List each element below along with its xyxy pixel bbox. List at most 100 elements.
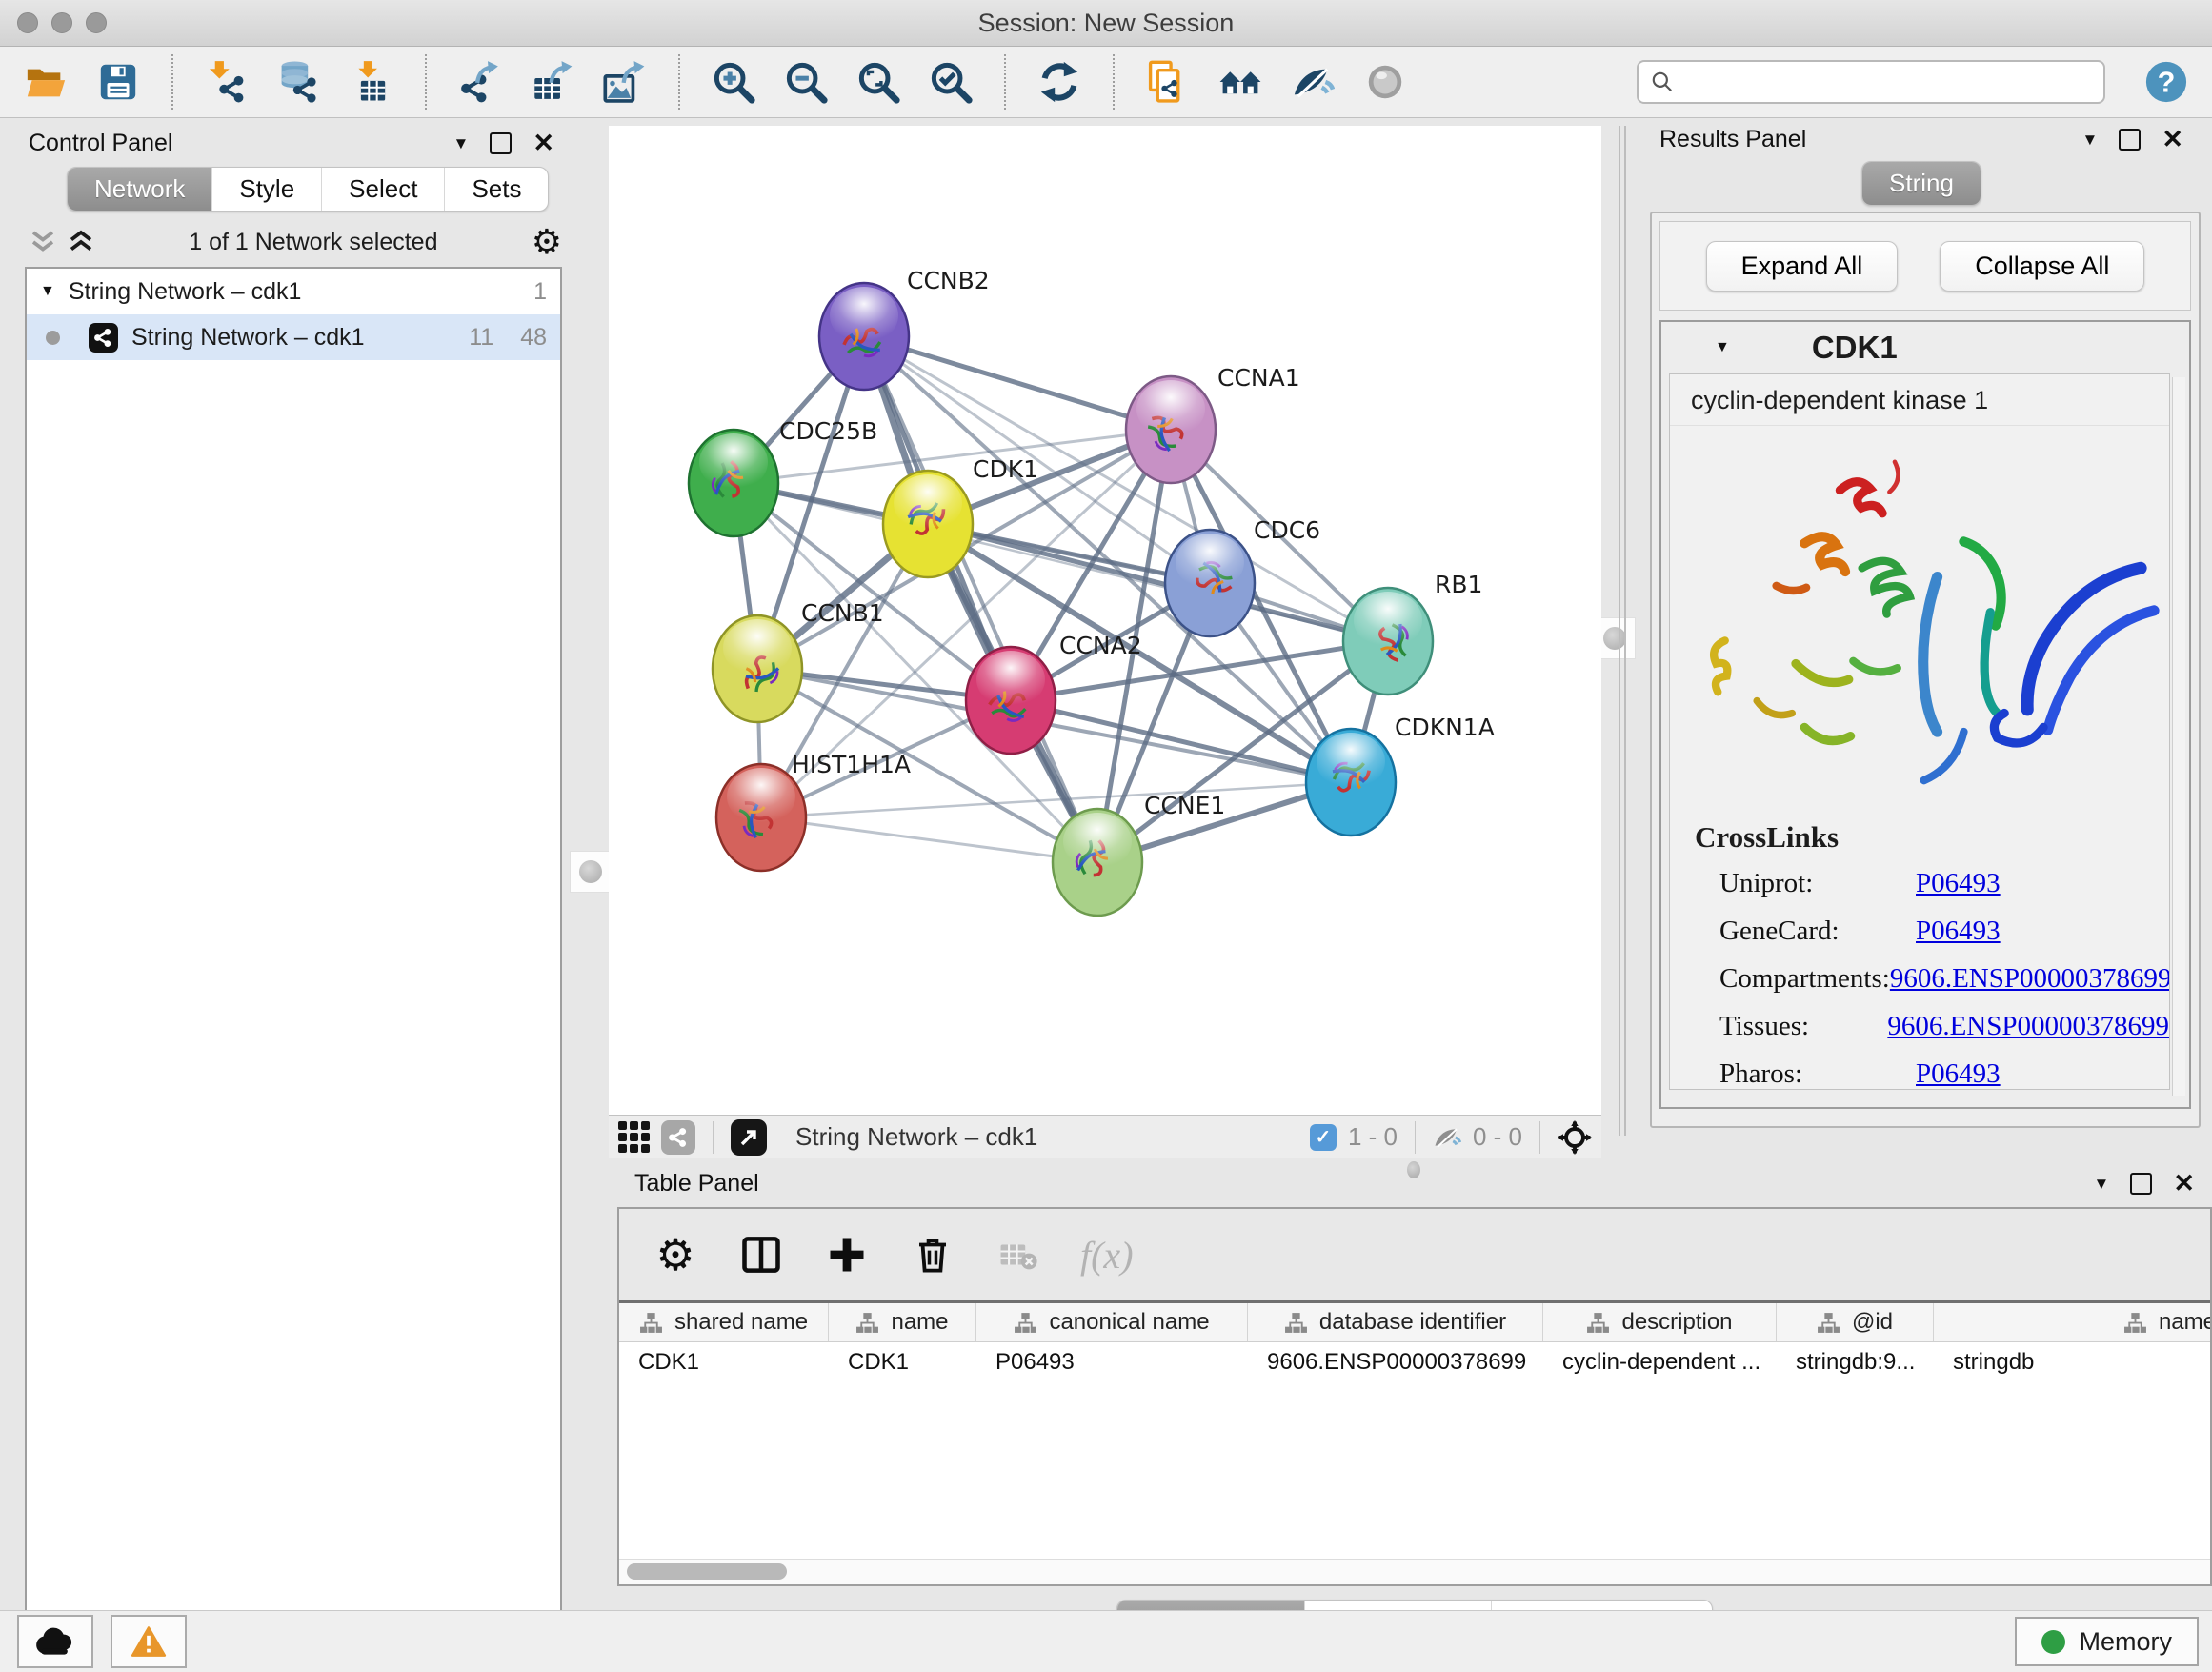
eye-slash-icon — [1291, 60, 1335, 104]
column-header-canonical-name[interactable]: canonical name — [976, 1303, 1248, 1341]
delete-table-button[interactable] — [995, 1231, 1042, 1279]
panel-menu-caret-icon[interactable]: ▼ — [2094, 1175, 2110, 1194]
show-all-button[interactable] — [1360, 57, 1410, 107]
import-table-from-file-button[interactable] — [347, 57, 396, 107]
first-neighbors-button[interactable] — [1216, 57, 1265, 107]
search-icon — [1650, 70, 1675, 94]
network-collection-row[interactable]: ▼ String Network – cdk1 1 — [27, 269, 560, 314]
protein-section-header[interactable]: ▼ CDK1 — [1661, 322, 2189, 373]
panel-close-icon[interactable]: ✕ — [2173, 1171, 2195, 1197]
cloud-status-button[interactable] — [17, 1615, 93, 1668]
crosslink-link[interactable]: 9606.ENSP00000378699 — [1890, 963, 2170, 995]
network-node-CCNA1[interactable]: CCNA1 — [1126, 364, 1300, 483]
selected-nodes-checkbox[interactable]: ✓ — [1310, 1124, 1337, 1151]
grid-view-icon[interactable] — [618, 1121, 650, 1153]
collapse-all-button[interactable]: Collapse All — [1940, 241, 2144, 292]
network-row[interactable]: String Network – cdk1 11 48 — [27, 314, 560, 360]
network-graph[interactable]: CCNB2CCNA1CDC25BCDK1CDC6RB1CCNB1CCNA2HIS… — [609, 126, 1601, 1115]
splitter-handle-left[interactable] — [570, 851, 612, 893]
import-network-from-file-button[interactable] — [202, 57, 251, 107]
table-horizontal-scrollbar[interactable] — [619, 1559, 2210, 1584]
warnings-button[interactable] — [111, 1615, 187, 1668]
import-network-from-database-button[interactable] — [274, 57, 324, 107]
new-network-from-selection-button[interactable] — [1143, 57, 1193, 107]
tab-sets[interactable]: Sets — [444, 168, 548, 211]
panel-float-icon[interactable] — [490, 132, 512, 154]
panel-menu-caret-icon[interactable]: ▼ — [453, 134, 470, 153]
help-button[interactable]: ? — [2142, 57, 2191, 107]
column-header-description[interactable]: description — [1543, 1303, 1777, 1341]
network-nodes[interactable]: CCNB2CCNA1CDC25BCDK1CDC6RB1CCNB1CCNA2HIS… — [689, 267, 1495, 916]
search-input[interactable] — [1682, 68, 2092, 96]
memory-button[interactable]: Memory — [2015, 1617, 2199, 1666]
column-header--id[interactable]: @id — [1777, 1303, 1934, 1341]
crosslink-row: Pharos:P06493 — [1695, 1058, 2169, 1090]
crosslink-link[interactable]: P06493 — [1916, 1058, 2001, 1090]
table-options-button[interactable]: ⚙ — [652, 1231, 699, 1279]
network-node-CDK1[interactable]: CDK1 — [883, 455, 1038, 577]
network-options-gear-icon[interactable]: ⚙ — [532, 225, 562, 259]
tree-expand-icon[interactable]: ▼ — [40, 283, 55, 300]
panel-float-icon[interactable] — [2130, 1173, 2152, 1195]
create-column-button[interactable] — [823, 1231, 871, 1279]
crosslink-link[interactable]: P06493 — [1916, 916, 2001, 947]
show-columns-button[interactable] — [737, 1231, 785, 1279]
collapse-all-icon[interactable] — [29, 230, 57, 254]
delete-column-button[interactable] — [909, 1231, 956, 1279]
crosslink-link[interactable]: P06493 — [1916, 868, 2001, 899]
columns-icon — [741, 1235, 781, 1275]
column-header-database-identifier[interactable]: database identifier — [1248, 1303, 1543, 1341]
column-header-label: namespace — [2159, 1309, 2210, 1336]
expand-all-button[interactable]: Expand All — [1706, 241, 1899, 292]
crosslink-link[interactable]: 9606.ENSP00000378699 — [1887, 1011, 2169, 1042]
panel-close-icon[interactable]: ✕ — [2162, 127, 2183, 152]
save-floppy-icon — [96, 60, 140, 104]
save-session-button[interactable] — [93, 57, 143, 107]
edge-CCNE1-HIST1H1A[interactable] — [761, 817, 1097, 862]
birdseye-crosshair-icon[interactable] — [1558, 1120, 1592, 1155]
network-node-RB1[interactable]: RB1 — [1343, 571, 1482, 695]
results-scrollbar[interactable] — [2172, 377, 2185, 1096]
tab-network[interactable]: Network — [68, 168, 211, 211]
protein-name: CDK1 — [1812, 330, 1898, 366]
memory-label: Memory — [2079, 1627, 2172, 1657]
open-session-button[interactable] — [21, 57, 70, 107]
expand-all-icon[interactable] — [67, 230, 95, 254]
tab-string[interactable]: String — [1862, 162, 1981, 205]
edge-CCNB2-CCNE1[interactable] — [864, 336, 1097, 862]
hide-selected-button[interactable] — [1288, 57, 1337, 107]
export-network-button[interactable] — [455, 57, 505, 107]
zoom-in-button[interactable] — [709, 57, 758, 107]
panel-close-icon[interactable]: ✕ — [533, 131, 554, 156]
zoom-out-button[interactable] — [781, 57, 831, 107]
column-header-namespace[interactable]: namespace — [1934, 1303, 2210, 1341]
function-builder-button[interactable]: f(x) — [1080, 1231, 1134, 1279]
table-cell: CDK1 — [829, 1342, 976, 1382]
column-header-name[interactable]: name — [829, 1303, 976, 1341]
network-node-CDKN1A[interactable]: CDKN1A — [1306, 714, 1495, 836]
network-node-CCNB1[interactable]: CCNB1 — [713, 599, 884, 722]
zoom-selected-button[interactable] — [926, 57, 975, 107]
hidden-eye-slash-icon[interactable] — [1433, 1123, 1461, 1152]
zoom-fit-button[interactable] — [854, 57, 903, 107]
export-image-button[interactable] — [600, 57, 650, 107]
table-row[interactable]: CDK1CDK1P064939606.ENSP00000378699cyclin… — [619, 1342, 2210, 1382]
panel-menu-caret-icon[interactable]: ▼ — [2082, 131, 2099, 150]
zoom-selected-icon — [929, 60, 973, 104]
panel-float-icon[interactable] — [2119, 129, 2141, 151]
export-table-button[interactable] — [528, 57, 577, 107]
string-view-icon[interactable] — [661, 1120, 695, 1155]
column-header-shared-name[interactable]: shared name — [619, 1303, 829, 1341]
table-body: CDK1CDK1P064939606.ENSP00000378699cyclin… — [619, 1342, 2210, 1382]
scrollbar-thumb[interactable] — [627, 1563, 787, 1580]
collapse-triangle-icon[interactable]: ▼ — [1715, 339, 1730, 356]
tab-select[interactable]: Select — [321, 168, 444, 211]
tab-style[interactable]: Style — [211, 168, 321, 211]
main-toolbar: ? — [0, 47, 2212, 118]
network-canvas[interactable]: CCNB2CCNA1CDC25BCDK1CDC6RB1CCNB1CCNA2HIS… — [609, 126, 1601, 1158]
edge-CCNB2-CCNA1[interactable] — [864, 336, 1171, 430]
warning-icon — [131, 1625, 167, 1658]
detach-view-button[interactable] — [731, 1119, 767, 1156]
refresh-view-button[interactable] — [1035, 57, 1084, 107]
network-node-CCNE1[interactable]: CCNE1 — [1053, 792, 1225, 916]
